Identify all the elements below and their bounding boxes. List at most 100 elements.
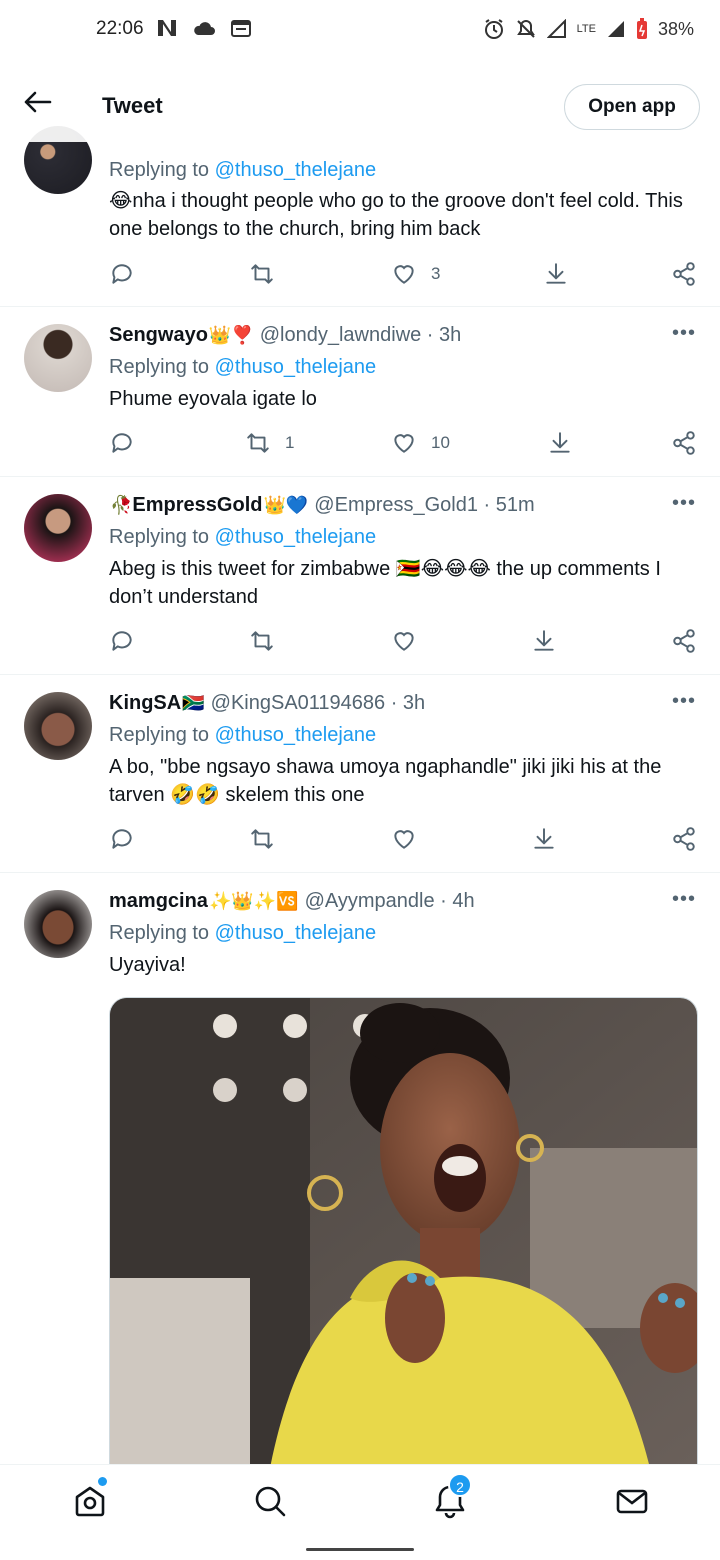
- avatar[interactable]: [24, 324, 92, 392]
- avatar[interactable]: [24, 692, 92, 760]
- retweet-button[interactable]: [249, 826, 275, 852]
- tweet-header: mamgcina ✨👑✨🆚 @Ayympandle · 4h •••: [109, 888, 696, 913]
- share-icon: [673, 431, 695, 455]
- heart-icon: [394, 265, 414, 284]
- name-prefix-emoji: 🥀: [110, 495, 133, 515]
- home-indicator[interactable]: [306, 1548, 414, 1551]
- download-button[interactable]: [531, 628, 557, 654]
- nav-notifications[interactable]: 2: [432, 1473, 472, 1519]
- share-icon: [673, 827, 695, 851]
- battery-percent: 38%: [657, 18, 694, 39]
- bottom-navigation: 2: [0, 1464, 720, 1536]
- display-name[interactable]: EmpressGold: [132, 494, 262, 517]
- calendar-icon: [231, 20, 251, 37]
- nav-search[interactable]: [252, 1483, 288, 1519]
- status-bar: 22:06 LTE 38%: [0, 0, 720, 60]
- mention-link[interactable]: @thuso_thelejane: [215, 922, 377, 944]
- mention-link[interactable]: @thuso_thelejane: [215, 159, 377, 181]
- replying-to: Replying to @thuso_thelejane: [109, 356, 377, 378]
- tweet-text: A bo, "bbe ngsayo shawa umoya ngaphandle…: [109, 756, 662, 806]
- tweet[interactable]: 🥀 EmpressGold 👑💙 @Empress_Gold1 · 51m ••…: [0, 477, 720, 675]
- netflix-n-icon: [158, 20, 176, 36]
- share-button[interactable]: [671, 261, 697, 287]
- nav-messages[interactable]: [614, 1483, 650, 1519]
- page-title: Tweet: [102, 93, 163, 118]
- mute-icon: [516, 19, 535, 38]
- tweet-actions: 3: [109, 261, 696, 291]
- like-button[interactable]: 3: [391, 261, 440, 287]
- like-button[interactable]: [391, 628, 417, 654]
- reply-icon: [112, 264, 132, 284]
- share-button[interactable]: [671, 826, 697, 852]
- signal-icon: [546, 19, 566, 38]
- tweet-actions: 1 10: [109, 430, 696, 460]
- handle-time[interactable]: @KingSA01194686 · 3h: [211, 692, 426, 715]
- download-button[interactable]: [543, 261, 569, 287]
- avatar[interactable]: [24, 494, 92, 562]
- tweet-text: Abeg is this tweet for zimbabwe 🇿🇼😂😂😂 th…: [109, 558, 661, 608]
- share-button[interactable]: [671, 628, 697, 654]
- handle-time[interactable]: @Ayympandle · 4h: [305, 890, 475, 913]
- retweet-button[interactable]: [249, 261, 289, 287]
- heart-icon: [394, 434, 414, 453]
- more-options-icon[interactable]: •••: [672, 492, 696, 515]
- cloud-icon: [194, 22, 215, 35]
- retweet-icon: [251, 829, 273, 849]
- share-icon: [673, 262, 695, 286]
- nav-home[interactable]: [72, 1477, 108, 1519]
- tweet-header: KingSA 🇿🇦 @KingSA01194686 · 3h •••: [109, 690, 696, 715]
- signal-icon: [607, 21, 624, 37]
- handle-time[interactable]: @Empress_Gold1 · 51m: [314, 494, 534, 517]
- heart-icon: [394, 830, 414, 849]
- reply-icon: [112, 433, 132, 453]
- tweet-header: Sengwayo 👑❣️ @londy_lawndiwe · 3h •••: [109, 322, 696, 347]
- home-unread-dot: [98, 1477, 107, 1486]
- back-arrow-icon[interactable]: [22, 90, 52, 114]
- reply-button[interactable]: [109, 261, 135, 287]
- tweet-text: Phume eyovala igate lo: [109, 388, 317, 410]
- status-left-icons: [156, 18, 252, 38]
- more-options-icon[interactable]: •••: [672, 322, 696, 345]
- more-options-icon[interactable]: •••: [672, 888, 696, 911]
- tweet[interactable]: Sengwayo 👑❣️ @londy_lawndiwe · 3h ••• Re…: [0, 307, 720, 477]
- open-app-button[interactable]: Open app: [564, 84, 700, 130]
- mention-link[interactable]: @thuso_thelejane: [215, 356, 377, 378]
- like-button[interactable]: 10: [391, 430, 450, 456]
- mention-link[interactable]: @thuso_thelejane: [215, 724, 377, 746]
- lte-icon: LTE: [576, 22, 596, 35]
- download-button[interactable]: [547, 430, 573, 456]
- retweet-count: 1: [285, 433, 295, 452]
- download-button[interactable]: [531, 826, 557, 852]
- battery-icon: [636, 18, 647, 39]
- handle-time[interactable]: @londy_lawndiwe · 3h: [260, 324, 462, 347]
- reply-button[interactable]: [109, 628, 135, 654]
- heart-icon: [394, 632, 414, 651]
- download-icon: [546, 263, 566, 284]
- reply-icon: [112, 829, 132, 849]
- more-options-icon[interactable]: •••: [672, 690, 696, 713]
- retweet-button[interactable]: 1: [245, 430, 294, 456]
- status-time: 22:06: [96, 18, 144, 39]
- replying-to: Replying to @thuso_thelejane: [109, 724, 377, 746]
- tweet[interactable]: KingSA 🇿🇦 @KingSA01194686 · 3h ••• Reply…: [0, 675, 720, 873]
- download-icon: [550, 432, 570, 453]
- like-button[interactable]: [391, 826, 417, 852]
- reply-button[interactable]: [109, 826, 135, 852]
- download-icon: [534, 828, 554, 849]
- mail-icon: [616, 1489, 648, 1514]
- display-name[interactable]: Sengwayo: [109, 324, 208, 347]
- display-name[interactable]: KingSA: [109, 692, 181, 715]
- retweet-button[interactable]: [249, 628, 275, 654]
- avatar[interactable]: [24, 890, 92, 958]
- home-icon: [75, 1486, 105, 1517]
- reply-button[interactable]: [109, 430, 135, 456]
- mention-link[interactable]: @thuso_thelejane: [215, 526, 377, 548]
- retweet-icon: [251, 264, 273, 284]
- display-name[interactable]: mamgcina: [109, 890, 208, 913]
- like-count: 3: [431, 264, 441, 283]
- tweet-media-image[interactable]: [109, 997, 698, 1467]
- share-button[interactable]: [671, 430, 697, 456]
- gesture-bar: [0, 1536, 720, 1560]
- like-count: 10: [431, 433, 450, 452]
- replying-to: Replying to @thuso_thelejane: [109, 159, 377, 181]
